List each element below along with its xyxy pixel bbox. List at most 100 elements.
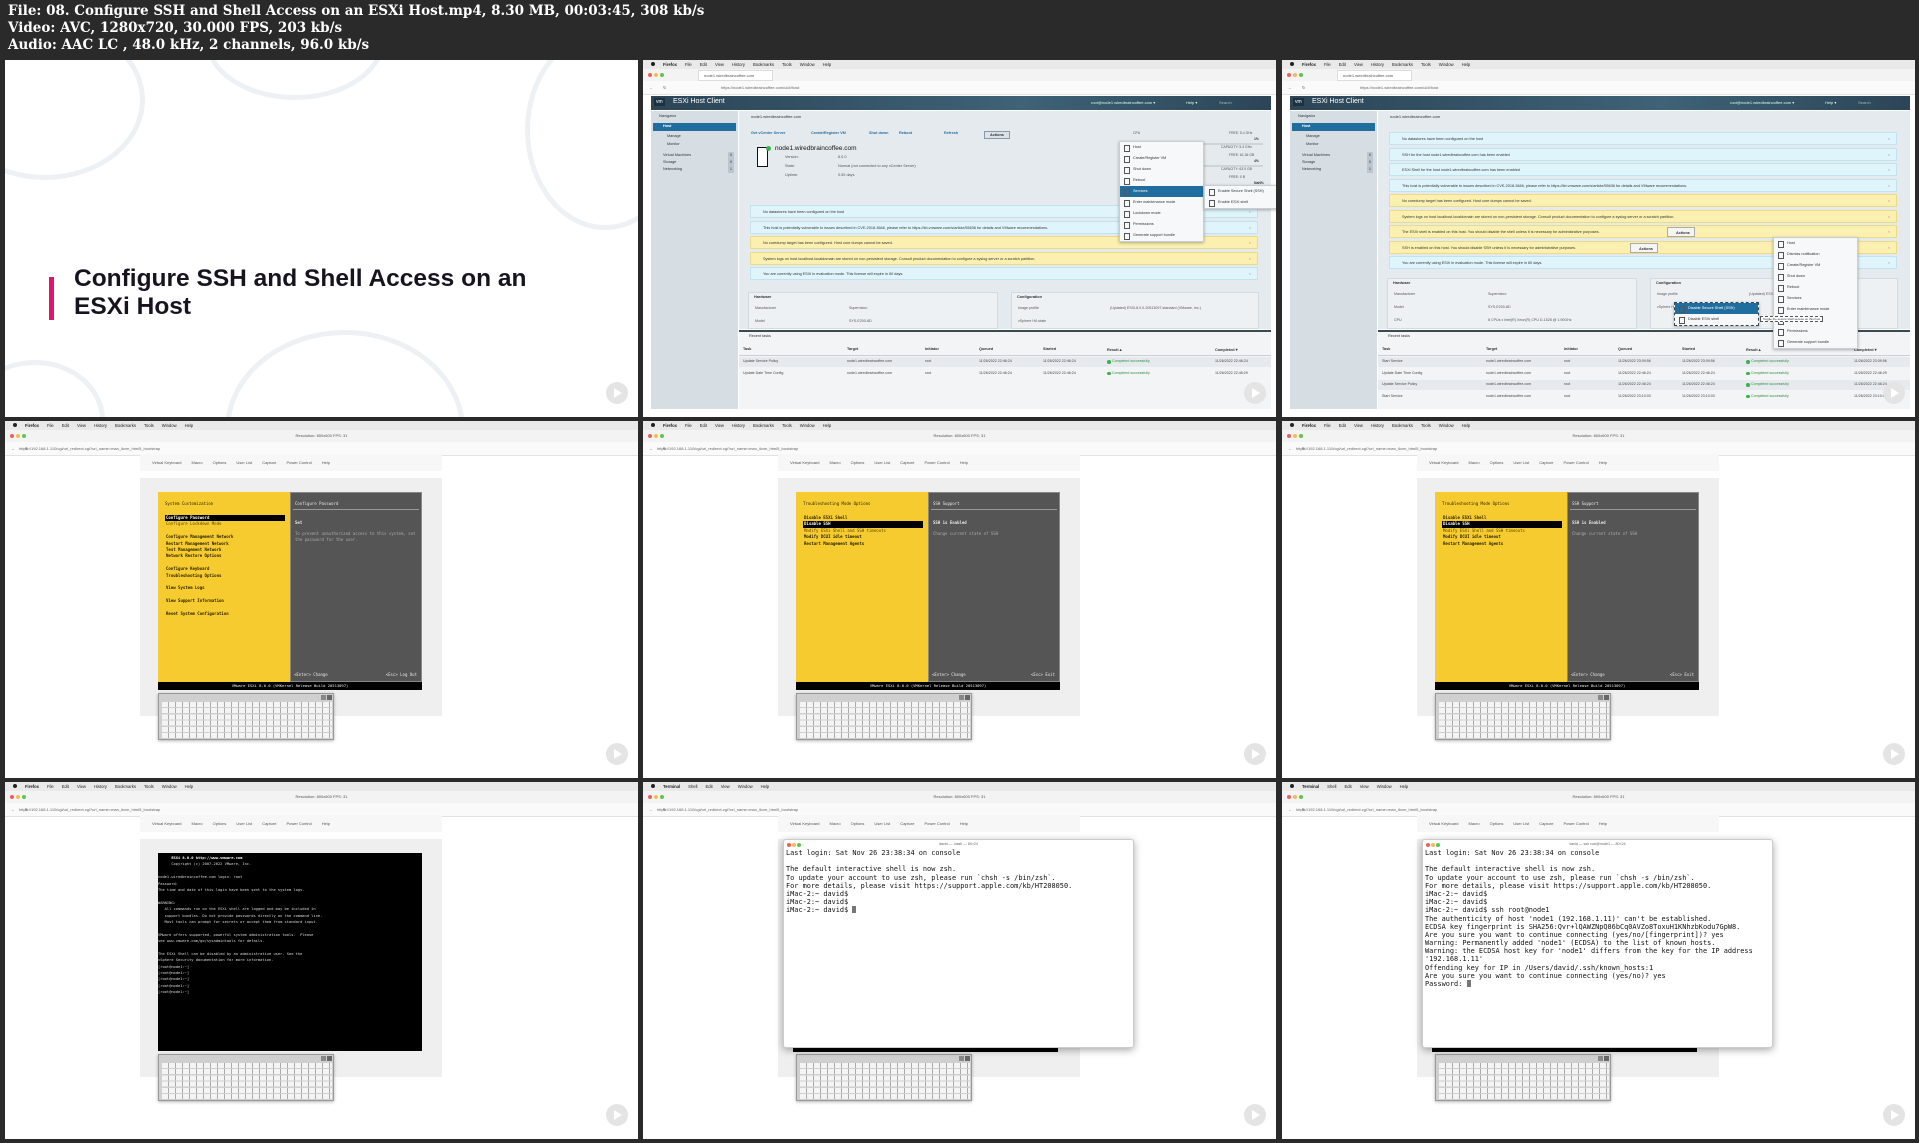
task-column-header[interactable]: Completed ▾ <box>1215 347 1238 352</box>
back-icon[interactable]: ← <box>649 442 653 456</box>
task-column-header[interactable]: Queued <box>979 347 993 351</box>
console-menu-macro[interactable]: Macro <box>830 821 841 826</box>
console-menu-options[interactable]: Options <box>213 821 227 826</box>
console-menu-user-list[interactable]: User List <box>236 821 252 826</box>
menu-help[interactable]: Help <box>823 62 832 67</box>
menu-edit[interactable]: Edit <box>700 423 707 428</box>
dismiss-alert-icon[interactable]: × <box>1888 149 1890 162</box>
apple-icon[interactable] <box>1290 62 1294 66</box>
console-menu-options[interactable]: Options <box>213 460 227 465</box>
console-menu-user-list[interactable]: User List <box>874 821 890 826</box>
menu-item-host[interactable]: Host <box>1774 238 1857 249</box>
menu-edit[interactable]: Edit <box>700 62 707 67</box>
sidebar-item-virtual-machines[interactable]: Virtual Machines 0 <box>653 152 736 159</box>
menu-terminal[interactable]: Terminal <box>1302 784 1319 789</box>
menu-item-services[interactable]: Services <box>1774 293 1857 304</box>
sidebar-item-storage[interactable]: Storage 0 <box>1292 159 1375 166</box>
console-menu-user-list[interactable]: User List <box>236 460 252 465</box>
menu-window[interactable]: Window <box>162 423 177 428</box>
search-input[interactable]: Search <box>1858 100 1871 105</box>
submenu-item-enable-secure-shell-ssh-[interactable]: Enable Secure Shell (SSH) <box>1205 186 1276 197</box>
menu-window[interactable]: Window <box>800 62 815 67</box>
apple-icon[interactable] <box>651 784 655 788</box>
dismiss-alert-icon[interactable]: × <box>1888 257 1890 270</box>
menu-item-generate-support-bundle[interactable]: Generate support bundle <box>1774 337 1857 348</box>
menu-item-shut-down[interactable]: Shut down <box>1120 164 1203 175</box>
task-column-header[interactable]: Started <box>1043 347 1056 351</box>
menu-history[interactable]: History <box>94 423 107 428</box>
dismiss-alert-icon[interactable]: × <box>1888 164 1890 177</box>
apple-icon[interactable] <box>13 423 17 427</box>
menu-tools[interactable]: Tools <box>144 423 154 428</box>
menu-window[interactable]: Window <box>1377 784 1392 789</box>
console-menu-help[interactable]: Help <box>1599 821 1607 826</box>
table-row[interactable]: Update Service Policy node1.wiredbraincof… <box>739 357 1271 367</box>
zoom-window-button[interactable] <box>660 73 664 77</box>
submenu-item-disable-esxi-shell[interactable]: Disable ESXi shell <box>1675 314 1758 325</box>
console-menu-help[interactable]: Help <box>960 821 968 826</box>
console-menu-virtual-keyboard[interactable]: Virtual Keyboard <box>790 460 820 465</box>
menu-shell[interactable]: Shell <box>1327 784 1336 789</box>
keyboard-keys[interactable] <box>800 1063 970 1100</box>
sidebar-item-monitor[interactable]: Monitor <box>653 141 736 148</box>
menu-shell[interactable]: Shell <box>688 784 697 789</box>
console-menu-power-control[interactable]: Power Control <box>286 821 311 826</box>
dismiss-alert-icon[interactable]: × <box>1888 133 1890 146</box>
dismiss-alert-icon[interactable]: × <box>1888 180 1890 193</box>
menu-bookmarks[interactable]: Bookmarks <box>115 784 136 789</box>
alert-actions-button[interactable]: Actions <box>1630 242 1658 253</box>
menu-edit[interactable]: Edit <box>1344 784 1351 789</box>
console-menu-power-control[interactable]: Power Control <box>1563 460 1588 465</box>
task-column-header[interactable]: Result ▴ <box>1107 347 1122 352</box>
dismiss-alert-icon[interactable]: × <box>1249 253 1251 266</box>
virtual-keyboard[interactable] <box>158 693 334 740</box>
menu-file[interactable]: File <box>685 62 692 67</box>
task-column-header[interactable]: Result ▴ <box>1746 347 1761 352</box>
sidebar-item-storage[interactable]: Storage 0 <box>653 159 736 166</box>
back-icon[interactable]: ← <box>649 803 653 817</box>
menu-item-enter-maintenance-mode[interactable]: Enter maintenance mode <box>1774 304 1857 315</box>
virtual-keyboard[interactable] <box>1435 693 1611 740</box>
keyboard-close-icon[interactable] <box>1604 695 1609 700</box>
play-overlay-icon[interactable] <box>1244 1104 1266 1126</box>
play-overlay-icon[interactable] <box>1883 1104 1905 1126</box>
terminal-output[interactable]: Last login: Sat Nov 26 23:38:34 on conso… <box>786 849 1072 915</box>
menu-bookmarks[interactable]: Bookmarks <box>1392 423 1413 428</box>
toolbar-shut-down-button[interactable]: Shut down <box>869 131 888 135</box>
menu-item-create-register-vm[interactable]: Create/Register VM <box>1774 260 1857 271</box>
dcui-menu-item[interactable]: Restart Management Agents <box>1442 541 1562 547</box>
keyboard-keys[interactable] <box>162 702 332 739</box>
menu-item-dismiss-notification[interactable]: Dismiss notification <box>1774 249 1857 260</box>
task-column-header[interactable]: Task <box>1382 347 1390 351</box>
toolbar-create-register-vm-button[interactable]: Create/Register VM <box>811 131 846 135</box>
virtual-keyboard[interactable] <box>796 693 972 740</box>
console-menu-virtual-keyboard[interactable]: Virtual Keyboard <box>152 460 182 465</box>
menu-tools[interactable]: Tools <box>1421 423 1431 428</box>
dismiss-alert-icon[interactable]: × <box>1249 237 1251 250</box>
console-menu-options[interactable]: Options <box>1490 821 1504 826</box>
apple-icon[interactable] <box>651 423 655 427</box>
menu-file[interactable]: File <box>1324 423 1331 428</box>
menu-edit[interactable]: Edit <box>1339 62 1346 67</box>
console-menu-options[interactable]: Options <box>1490 460 1504 465</box>
menu-file[interactable]: File <box>47 423 54 428</box>
play-overlay-icon[interactable] <box>1883 743 1905 765</box>
console-menu-power-control[interactable]: Power Control <box>924 821 949 826</box>
apple-icon[interactable] <box>13 784 17 788</box>
keyboard-close-icon[interactable] <box>327 695 332 700</box>
menu-item-services[interactable]: Services <box>1120 186 1203 197</box>
toolbar-get-vcenter-server-button[interactable]: Get vCenter Server <box>751 131 785 135</box>
menu-tools[interactable]: Tools <box>782 423 792 428</box>
keyboard-minimize-icon[interactable] <box>321 1056 326 1061</box>
console-menu-capture[interactable]: Capture <box>262 460 276 465</box>
menu-view[interactable]: View <box>77 784 86 789</box>
menu-view[interactable]: View <box>77 423 86 428</box>
menu-history[interactable]: History <box>732 423 745 428</box>
menu-firefox[interactable]: Firefox <box>25 784 39 789</box>
dismiss-alert-icon[interactable]: × <box>1249 268 1251 281</box>
keyboard-close-icon[interactable] <box>965 695 970 700</box>
menu-help[interactable]: Help <box>185 784 194 789</box>
console-menu-macro[interactable]: Macro <box>830 460 841 465</box>
play-overlay-icon[interactable] <box>606 743 628 765</box>
close-window-button[interactable] <box>648 73 652 77</box>
